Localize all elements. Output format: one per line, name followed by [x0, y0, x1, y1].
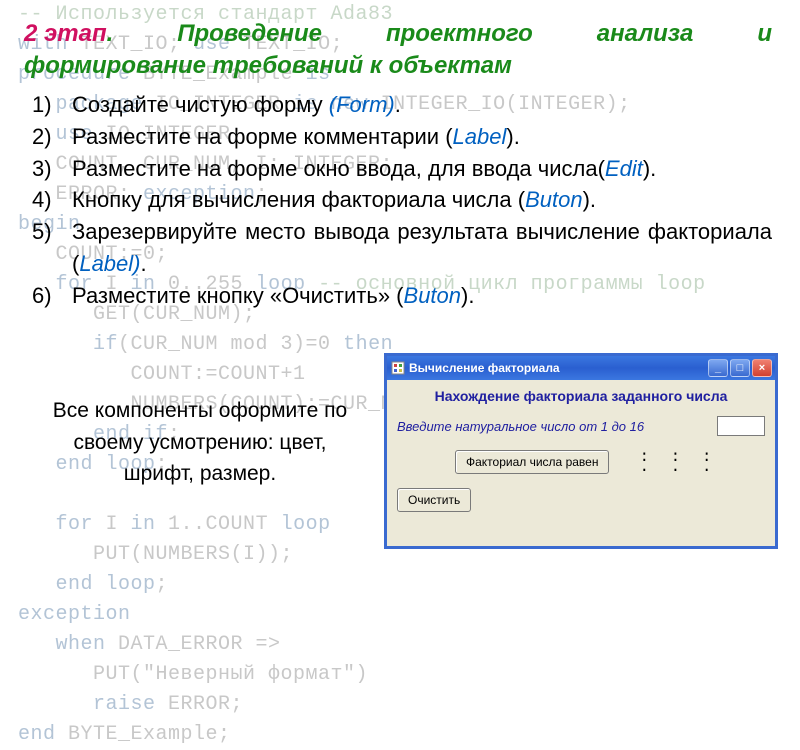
- note-text: Все компоненты оформите по своему усмотр…: [40, 395, 360, 490]
- list-item: 4) Кнопку для вычисления факториала числ…: [24, 184, 772, 216]
- form-caption: Нахождение факториала заданного числа: [397, 388, 765, 404]
- client-area: Нахождение факториала заданного числа Вв…: [387, 380, 775, 520]
- slide-title: 2 этап. Проведение проектного анализа и …: [24, 18, 772, 83]
- list-item: 3) Разместите на форме окно ввода, для в…: [24, 153, 772, 185]
- app-window: Вычисление факториала _ □ × Нахождение ф…: [384, 353, 778, 549]
- maximize-button[interactable]: □: [730, 359, 750, 377]
- foreground-content: 2 этап. Проведение проектного анализа и …: [0, 0, 800, 312]
- close-button[interactable]: ×: [752, 359, 772, 377]
- result-placeholder: : : :. . .: [639, 452, 717, 472]
- list-item: 1) Создайте чистую форму (Form).: [24, 89, 772, 121]
- list-item: 2) Разместите на форме комментарии (Labe…: [24, 121, 772, 153]
- input-label: Введите натуральное число от 1 до 16: [397, 419, 717, 434]
- minimize-button[interactable]: _: [708, 359, 728, 377]
- clear-button[interactable]: Очистить: [397, 488, 471, 512]
- app-icon: [391, 361, 405, 375]
- stage-label: 2 этап: [24, 20, 107, 47]
- task-list: 1) Создайте чистую форму (Form). 2) Разм…: [24, 89, 772, 312]
- titlebar[interactable]: Вычисление факториала _ □ ×: [387, 356, 775, 380]
- number-input[interactable]: [717, 416, 765, 436]
- list-item: 5) Зарезервируйте место вывода результат…: [24, 216, 772, 280]
- list-item: 6) Разместите кнопку «Очистить» (Buton).: [24, 280, 772, 312]
- window-title: Вычисление факториала: [409, 361, 706, 375]
- calculate-button[interactable]: Факториал числа равен: [455, 450, 609, 474]
